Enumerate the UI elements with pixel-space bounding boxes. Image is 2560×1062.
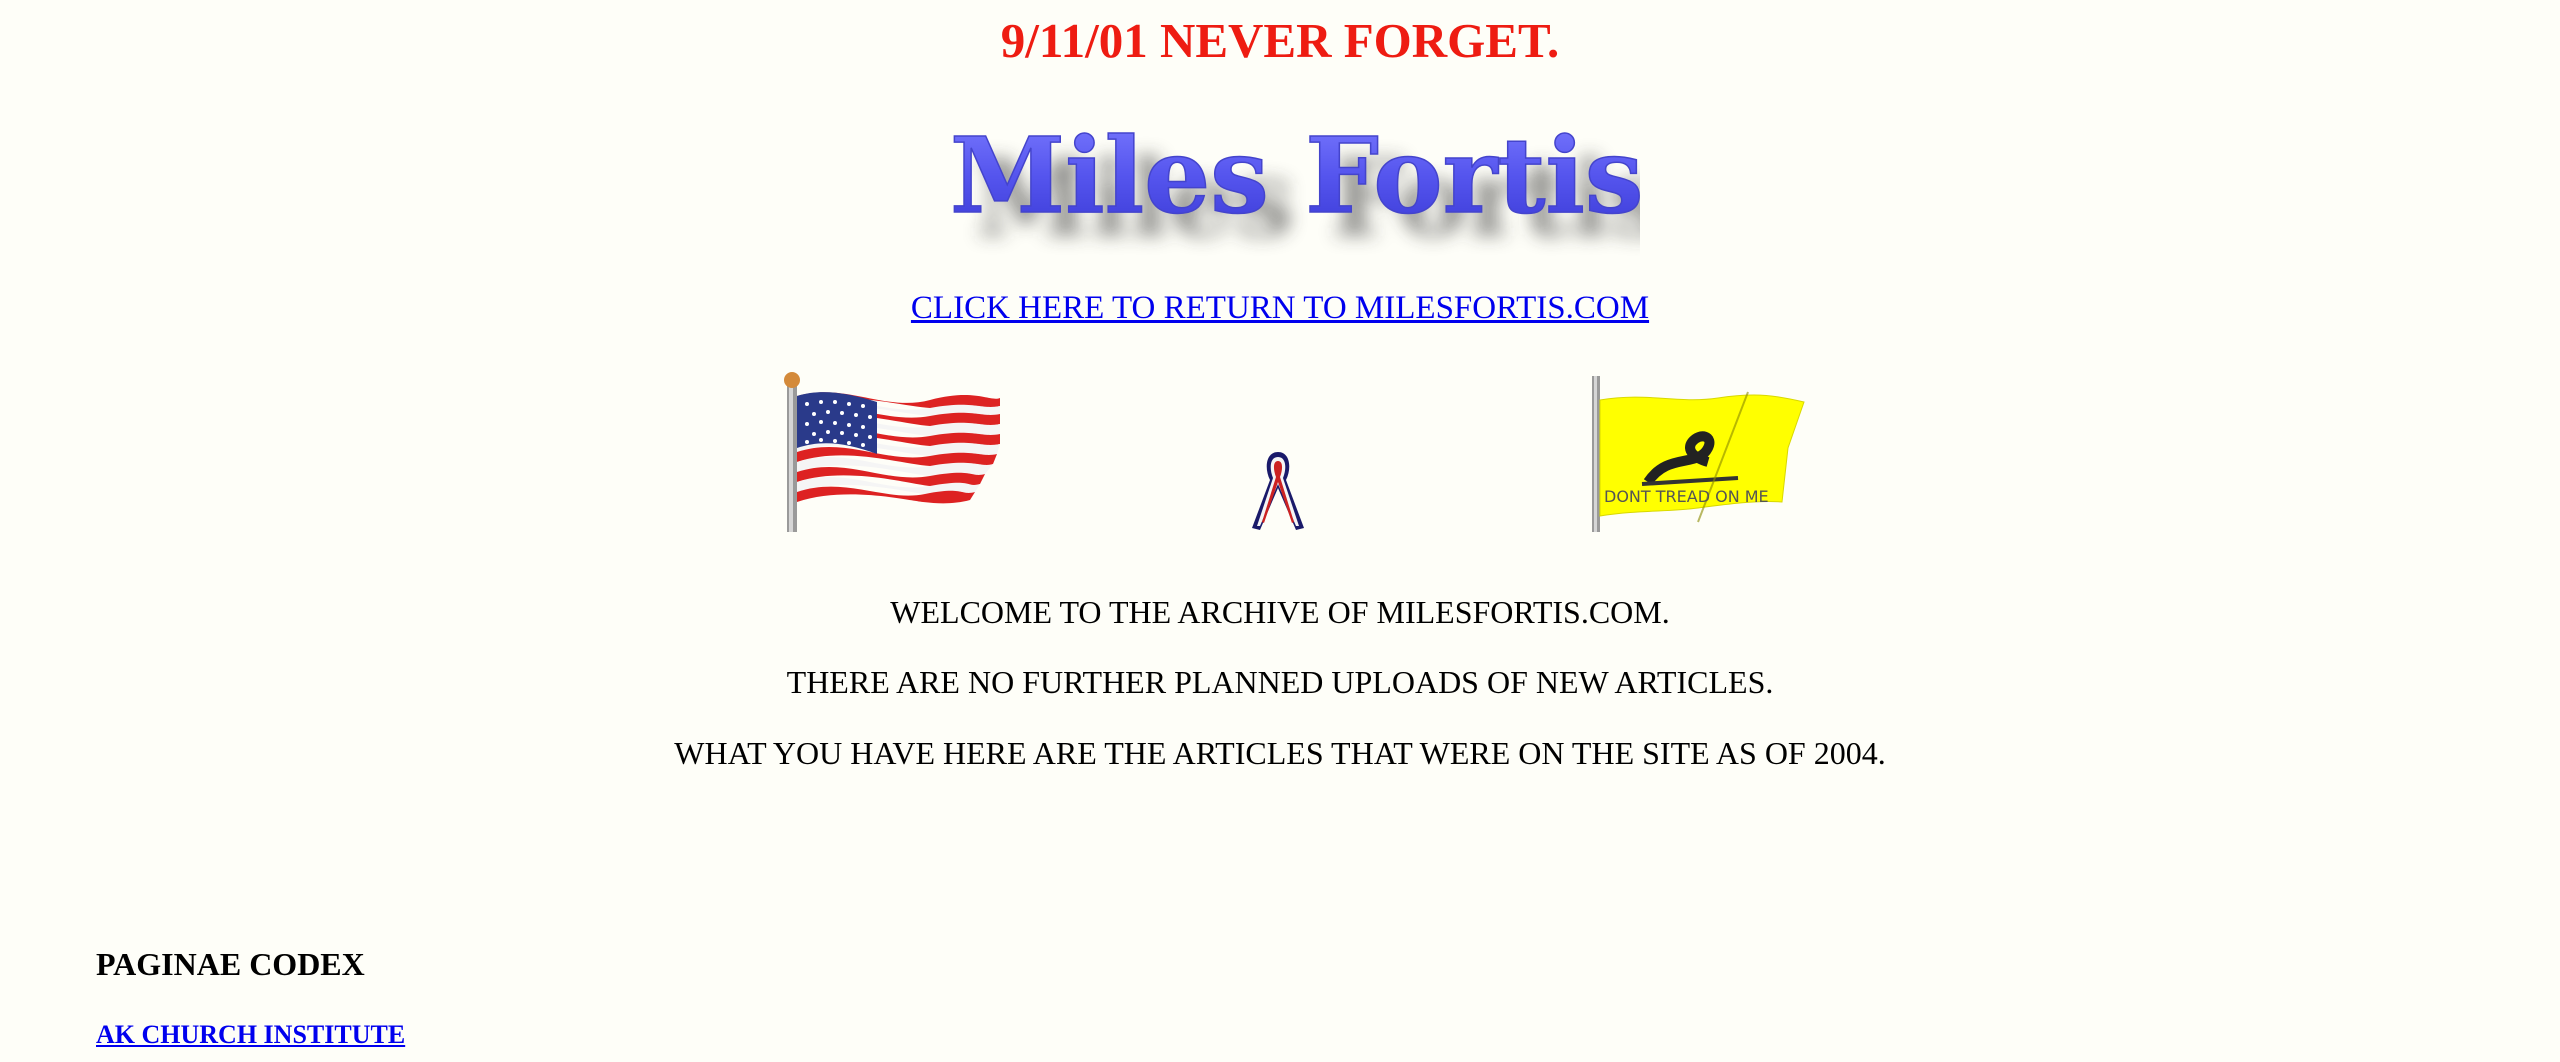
gadsden-flag-icon: DONT TREAD ON ME	[1588, 372, 1808, 532]
gadsden-flag-text: DONT TREAD ON ME	[1604, 487, 1769, 506]
section-heading: PAGINAE CODEX	[96, 946, 365, 982]
welcome-line-2: THERE ARE NO FURTHER PLANNED UPLOADS OF …	[786, 664, 1774, 700]
welcome-line-3: WHAT YOU HAVE HERE ARE THE ARTICLES THAT…	[674, 735, 1886, 771]
logo-text: Miles Fortis	[950, 114, 1640, 237]
return-link-container: CLICK HERE TO RETURN TO MILESFORTIS.COM	[0, 285, 2560, 331]
ak-church-institute-link[interactable]: AK CHURCH INSTITUTE	[96, 1020, 405, 1049]
memorial-title: 9/11/01 NEVER FORGET.	[1000, 13, 1560, 68]
american-flag-icon	[775, 372, 1015, 532]
site-logo: Miles Fortis Miles Fortis	[940, 112, 1668, 262]
red-white-blue-ribbon-icon	[1248, 446, 1308, 532]
welcome-line-1: WELCOME TO THE ARCHIVE OF MILESFORTIS.CO…	[890, 594, 1670, 630]
return-to-home-link[interactable]: CLICK HERE TO RETURN TO MILESFORTIS.COM	[911, 290, 1649, 326]
nav-link-container: AK CHURCH INSTITUTE	[96, 1018, 405, 1052]
